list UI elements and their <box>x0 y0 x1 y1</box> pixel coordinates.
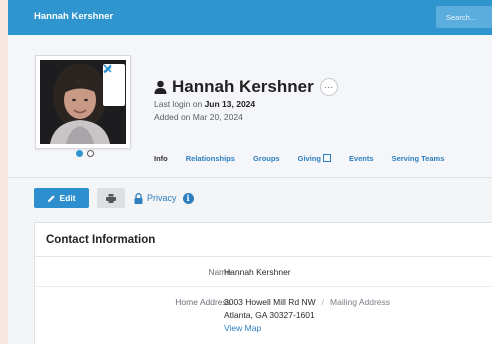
contact-info-title: Contact Information <box>35 223 492 257</box>
close-icon <box>103 64 112 73</box>
print-button[interactable] <box>97 188 125 208</box>
address-line-1-row: 3003 Howell Mill Rd NW / Mailing Address <box>224 296 390 309</box>
tab-info[interactable]: Info <box>154 154 168 163</box>
carousel-dot-2[interactable] <box>87 150 94 157</box>
pencil-icon <box>48 194 56 202</box>
privacy-label: Privacy <box>147 193 177 203</box>
tab-relationships[interactable]: Relationships <box>186 154 235 163</box>
top-navbar: Hannah Kershner Search... <box>8 0 492 35</box>
carousel-dot-1[interactable] <box>76 150 83 157</box>
address-line-1: 3003 Howell Mill Rd NW <box>224 297 316 307</box>
home-address-value: 3003 Howell Mill Rd NW / Mailing Address A… <box>224 296 390 335</box>
privacy-link[interactable]: Privacy <box>134 192 177 204</box>
app-frame: Hannah Kershner Search... Hannah Kershne… <box>8 0 492 344</box>
tab-groups[interactable]: Groups <box>253 154 280 163</box>
tab-giving-label: Giving <box>297 154 321 163</box>
edit-button[interactable]: Edit <box>34 188 89 208</box>
added-date: Added on Mar 20, 2024 <box>154 112 243 122</box>
view-map-link[interactable]: View Map <box>224 322 390 335</box>
address-line-2: Atlanta, GA 30327-1601 <box>224 310 315 320</box>
info-icon[interactable]: i <box>182 192 194 204</box>
last-login-prefix: Last login on <box>154 99 205 109</box>
name-value: Hannah Kershner <box>224 267 291 277</box>
profile-toolbar: Edit Privacy i <box>34 188 194 208</box>
profile-name: Hannah Kershner <box>172 77 314 96</box>
last-login: Last login on Jun 13, 2024 <box>154 99 255 109</box>
external-link-icon <box>322 154 331 162</box>
last-login-date: Jun 13, 2024 <box>204 99 256 109</box>
search-input[interactable]: Search... <box>436 6 492 28</box>
app-title: Hannah Kershner <box>34 11 114 22</box>
photo-carousel-dots <box>76 150 94 157</box>
home-address-label: Home Address <box>175 297 231 307</box>
remove-photo-button[interactable] <box>103 64 125 106</box>
printer-icon <box>106 193 116 203</box>
lock-icon <box>134 192 143 204</box>
mailing-address-label: Mailing Address <box>330 297 391 307</box>
more-options-button[interactable]: ··· <box>319 78 338 96</box>
profile-tabs: Info Relationships Groups Giving Events … <box>154 154 462 163</box>
name-row: Name Hannah Kershner <box>35 257 492 287</box>
tab-events[interactable]: Events <box>349 154 374 163</box>
photo-actions <box>103 64 125 106</box>
edit-button-label: Edit <box>59 193 76 203</box>
address-separator: / <box>321 297 325 307</box>
profile-name-row: Hannah Kershner ··· <box>154 77 338 97</box>
profile-photo-card <box>35 55 131 149</box>
contact-info-card: Contact Information Name Hannah Kershner… <box>34 222 492 344</box>
home-address-row: Home Address 3003 Howell Mill Rd NW / Mail… <box>35 287 492 344</box>
person-icon <box>154 80 167 94</box>
profile-photo <box>40 60 126 144</box>
tab-serving-teams[interactable]: Serving Teams <box>392 154 445 163</box>
tab-giving[interactable]: Giving <box>298 154 331 163</box>
profile-header: Hannah Kershner ··· Last login on Jun 13… <box>8 35 492 178</box>
